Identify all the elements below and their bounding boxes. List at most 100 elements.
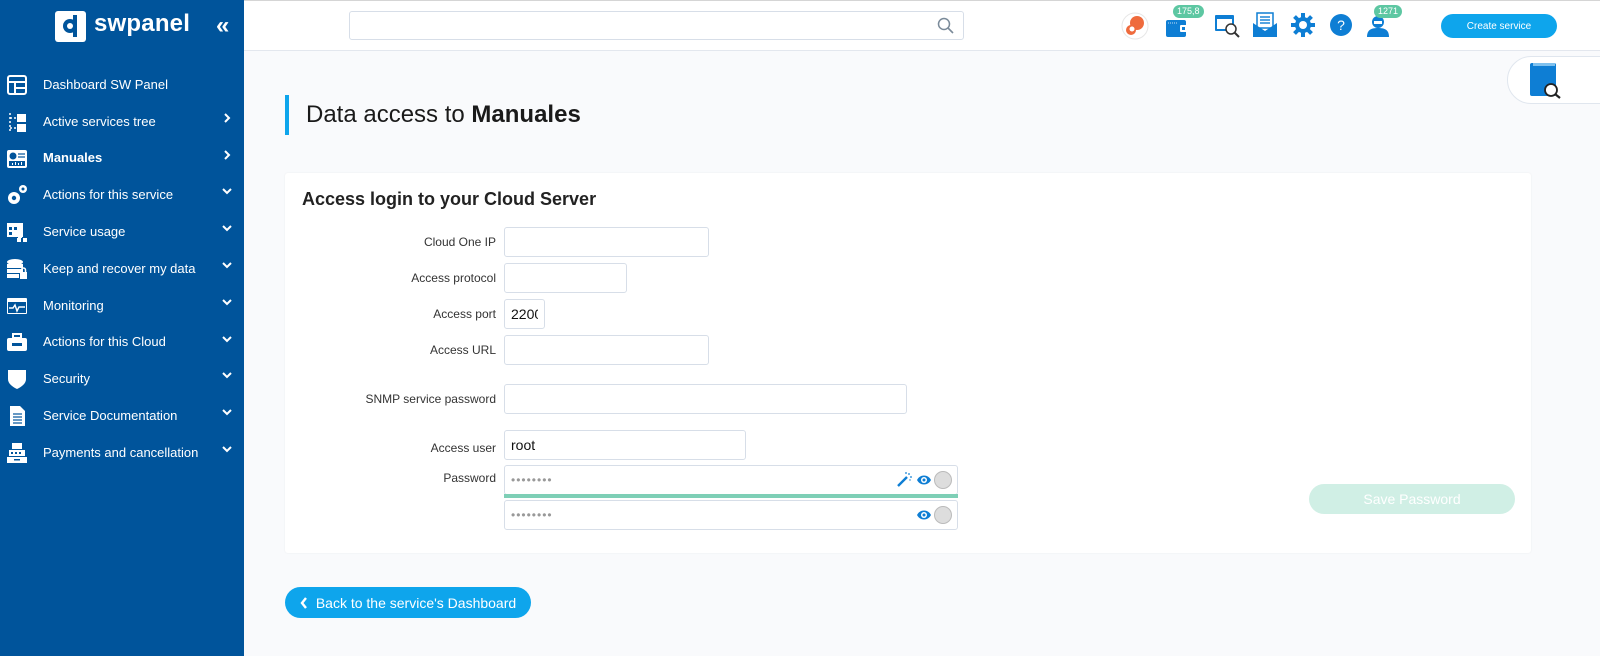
page-title-service: Manuales <box>471 101 581 128</box>
password-field <box>504 465 958 495</box>
cloud-ip-label: Cloud One IP <box>423 235 496 249</box>
chevron-down-icon <box>222 188 232 195</box>
access-url-input[interactable] <box>504 335 709 365</box>
password-input[interactable] <box>511 466 871 494</box>
back-to-dashboard-button[interactable]: Back to the service's Dashboard <box>285 587 531 618</box>
save-password-button[interactable]: Save Password <box>1309 484 1515 514</box>
sidebar-item-dashboard[interactable]: Dashboard SW Panel <box>0 66 244 103</box>
password-confirm-toggle[interactable] <box>934 506 952 524</box>
access-port-input[interactable] <box>504 299 545 329</box>
card-title: Access login to your Cloud Server <box>302 189 597 209</box>
brand-name: swpanel <box>94 10 191 37</box>
chevron-down-icon <box>222 262 232 269</box>
logo-icon <box>55 11 86 42</box>
cloud-ip-input[interactable] <box>504 227 709 257</box>
wallet-balance-badge: 175,8 <box>1173 5 1204 18</box>
book-search-icon <box>1530 63 1561 99</box>
sidebar-item-actions-for-this-service[interactable]: Actions for this service <box>0 176 244 213</box>
help-button[interactable]: ? <box>1328 12 1354 38</box>
sidebar-item-label: Service Documentation <box>43 408 178 424</box>
wallet-button[interactable]: 175,8 <box>1165 5 1204 38</box>
sidebar-item-label: Actions for this service <box>43 187 174 203</box>
password-confirm-input[interactable] <box>511 501 871 529</box>
support-button[interactable]: 1271 <box>1365 5 1403 38</box>
shield-icon <box>8 370 26 390</box>
back-button-label: Back to the service's Dashboard <box>315 594 517 611</box>
page-title: Data access to Manuales <box>306 95 581 135</box>
generate-password-icon[interactable] <box>896 472 912 488</box>
password-strength-bar <box>504 494 958 498</box>
monitoring-icon <box>7 297 27 314</box>
chevron-down-icon <box>222 409 232 416</box>
sidebar-item-active-services-tree[interactable]: Active services tree <box>0 103 244 140</box>
sidebar-item-actions-for-this-cloud[interactable]: Actions for this Cloud <box>0 324 244 361</box>
show-password-icon[interactable] <box>916 473 932 487</box>
search-icon[interactable] <box>937 17 955 35</box>
chevron-right-icon <box>224 113 231 123</box>
dashboard-icon <box>7 75 27 95</box>
tree-icon <box>9 112 26 132</box>
avatar-icon <box>1121 12 1149 40</box>
sidebar-item-service-documentation[interactable]: Service Documentation <box>0 397 244 434</box>
sidebar-item-manuales[interactable]: Manuales <box>0 140 244 177</box>
page-title-block: Data access to Manuales <box>285 95 581 135</box>
browser-search-icon <box>1215 15 1240 38</box>
toolbox-icon <box>7 332 27 351</box>
settings-button[interactable] <box>1290 12 1316 38</box>
sidebar-item-label: Manuales <box>43 150 103 166</box>
access-login-card: Access login to your Cloud Server Cloud … <box>285 173 1531 553</box>
newsletter-icon <box>1253 12 1277 37</box>
sidebar-item-security[interactable]: Security <box>0 360 244 397</box>
sidebar-item-label: Active services tree <box>43 113 156 129</box>
page-title-prefix: Data access to <box>306 101 472 128</box>
chevron-right-icon <box>224 149 231 160</box>
show-password-icon[interactable] <box>916 508 932 522</box>
search-input[interactable] <box>350 12 963 39</box>
chevron-down-icon <box>222 372 232 379</box>
help-icon: ? <box>1330 14 1352 36</box>
chevron-down-icon <box>222 225 232 232</box>
snmp-password-input[interactable] <box>504 384 907 414</box>
sidebar-item-payments-and-cancellation[interactable]: Payments and cancellation <box>0 434 244 471</box>
gear-icon <box>1291 13 1315 37</box>
sidebar-item-label: Security <box>43 371 90 387</box>
sidebar-item-service-usage[interactable]: Service usage <box>0 213 244 250</box>
document-icon <box>10 406 25 427</box>
support-tickets-badge: 1271 <box>1374 5 1403 18</box>
snmp-password-label: SNMP service password <box>365 392 497 406</box>
access-protocol-input[interactable] <box>504 263 627 293</box>
sidebar-item-keep-and-recover-my-data[interactable]: Keep and recover my data <box>0 250 244 287</box>
password-label: Password <box>443 471 496 485</box>
sidebar-nav: Dashboard SW Panel Active services tree … <box>0 66 244 471</box>
profile-avatar[interactable] <box>1121 12 1149 40</box>
sidebar-item-monitoring[interactable]: Monitoring <box>0 287 244 324</box>
brand: swpanel « <box>0 8 244 44</box>
manual-icon <box>7 149 27 168</box>
access-user-input[interactable] <box>504 430 746 460</box>
sidebar-item-label: Payments and cancellation <box>43 444 199 460</box>
access-protocol-label: Access protocol <box>411 271 496 285</box>
password-confirm-field <box>504 500 958 530</box>
gears-icon <box>8 185 27 205</box>
access-port-label: Access port <box>433 307 496 321</box>
collapse-sidebar-button[interactable]: « <box>216 12 229 40</box>
mail-button[interactable] <box>1252 12 1278 38</box>
manual-search-tab[interactable] <box>1507 56 1600 104</box>
topbar: 175,8 ? 1271 Create service <box>244 0 1600 51</box>
sidebar-item-label: Service usage <box>43 224 126 240</box>
create-service-button[interactable]: Create service <box>1441 14 1557 38</box>
sidebar: swpanel « Dashboard SW Panel Active serv… <box>0 0 244 656</box>
browser-search-button[interactable] <box>1214 12 1240 38</box>
password-toggle[interactable] <box>934 471 952 489</box>
database-lock-icon <box>7 258 27 279</box>
chevron-down-icon <box>222 446 232 453</box>
chevron-down-icon <box>222 335 232 342</box>
sidebar-item-label: Actions for this Cloud <box>43 334 166 350</box>
access-url-label: Access URL <box>429 343 496 357</box>
svg-text:?: ? <box>1337 17 1345 33</box>
usage-icon <box>7 223 27 243</box>
sidebar-item-label: Keep and recover my data <box>43 260 196 276</box>
access-user-label: Access user <box>430 441 496 455</box>
chevron-left-icon <box>300 596 307 609</box>
search-box <box>349 11 964 40</box>
